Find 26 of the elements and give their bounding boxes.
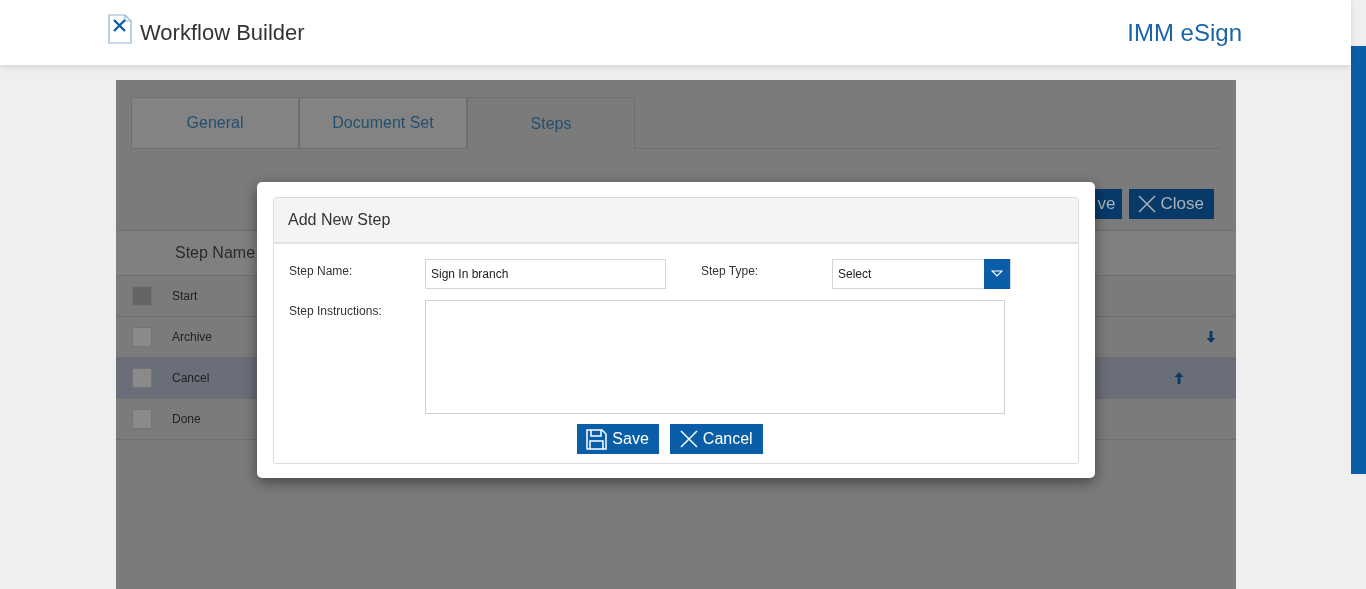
up-arrow-icon[interactable] xyxy=(1174,372,1184,384)
step-type-label: Step Type: xyxy=(701,263,760,280)
step-name-label: Step Name: xyxy=(289,263,354,280)
step-name-cell-text: Done xyxy=(172,411,201,428)
step-type-dropdown[interactable]: Select xyxy=(832,259,1011,289)
save-button[interactable]: Save xyxy=(577,424,659,454)
close-icon xyxy=(678,429,699,449)
floppy-disk-icon xyxy=(586,428,608,450)
step-name-cell-text: Archive xyxy=(172,329,212,346)
step-name-cell-text: Cancel xyxy=(172,370,210,387)
scrollbar-thumb[interactable] xyxy=(1351,46,1366,474)
dialog-title: Add New Step xyxy=(288,210,391,230)
document-tools-icon xyxy=(108,13,132,44)
close-button[interactable]: Close xyxy=(1128,189,1214,219)
column-header: Step Name xyxy=(175,243,256,263)
cancel-button[interactable]: Cancel xyxy=(669,424,763,454)
down-arrow-icon[interactable] xyxy=(1206,331,1216,343)
brand-name: IMM eSign xyxy=(1127,17,1242,48)
app-title: Workflow Builder xyxy=(140,19,305,47)
step-name-cell-text: Start xyxy=(172,288,198,305)
step-name-field[interactable]: Sign In branch xyxy=(425,259,666,289)
close-icon xyxy=(1136,194,1157,214)
dropdown-caret-icon[interactable] xyxy=(984,259,1010,289)
step-instructions-label: Step Instructions: xyxy=(289,303,383,320)
step-instructions-field[interactable] xyxy=(425,300,1005,414)
row-checkbox[interactable] xyxy=(132,368,152,388)
